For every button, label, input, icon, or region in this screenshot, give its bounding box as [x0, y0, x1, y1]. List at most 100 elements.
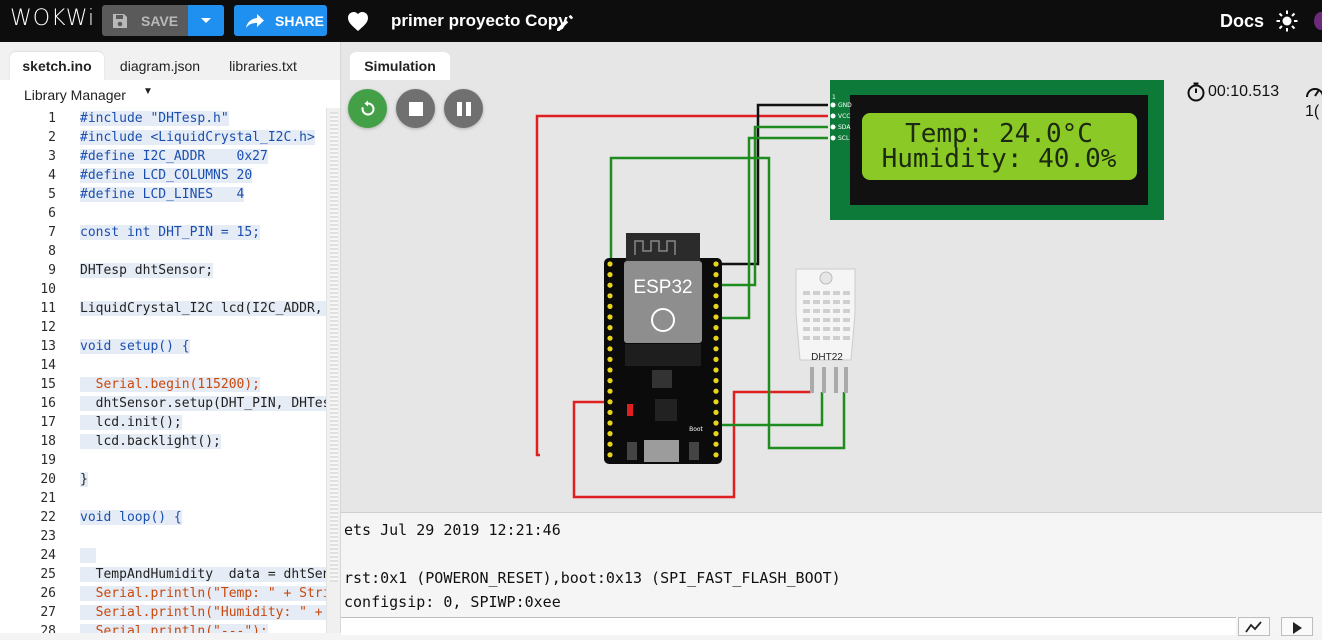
line-number: 18 [40, 434, 56, 449]
heart-icon[interactable] [346, 10, 370, 32]
code-line[interactable]: TempAndHumidity data = dhtSenso [80, 567, 340, 582]
library-manager-label[interactable]: Library Manager [24, 87, 126, 103]
esp32-pin[interactable] [713, 367, 719, 373]
esp32-pin[interactable] [607, 452, 613, 458]
code-line-text: #include <LiquidCrystal_I2C.h> [80, 130, 315, 145]
code-line[interactable]: const int DHT_PIN = 15; [80, 225, 261, 240]
esp32-pin[interactable] [607, 409, 613, 415]
esp32-pin[interactable] [607, 335, 613, 341]
code-line[interactable]: #include <LiquidCrystal_I2C.h> [80, 130, 315, 145]
code-line-text: lcd.backlight(); [80, 434, 221, 449]
esp32-pin[interactable] [607, 272, 613, 278]
esp32-pin[interactable] [713, 452, 719, 458]
pause-simulation-button[interactable] [444, 89, 483, 128]
esp32-pin[interactable] [713, 431, 719, 437]
esp32-pin[interactable] [713, 420, 719, 426]
save-button[interactable]: SAVE [102, 5, 188, 36]
tab-diagram-json[interactable]: diagram.json [112, 52, 208, 80]
esp32-pin[interactable] [607, 325, 613, 331]
code-line[interactable] [80, 548, 96, 563]
dht22-sensor[interactable]: DHT22 [795, 268, 856, 393]
esp32-pin[interactable] [607, 378, 613, 384]
tab-libraries-txt[interactable]: libraries.txt [218, 52, 308, 80]
esp32-pin[interactable] [713, 399, 719, 405]
esp32-pin[interactable] [713, 272, 719, 278]
serial-input[interactable] [341, 617, 1236, 635]
esp32-pin[interactable] [607, 314, 613, 320]
line-number: 9 [48, 263, 56, 278]
code-text-area[interactable]: #include "DHTesp.h" #include <LiquidCryst… [80, 108, 340, 633]
code-line[interactable]: Serial.begin(115200); [80, 377, 261, 392]
esp32-pin[interactable] [713, 303, 719, 309]
tab-simulation[interactable]: Simulation [350, 52, 450, 80]
esp32-pin[interactable] [713, 378, 719, 384]
code-line[interactable]: void setup() { [80, 339, 190, 354]
esp32-board[interactable]: ESP32 Boot [604, 233, 722, 464]
project-title[interactable]: primer proyecto Copy [391, 11, 568, 31]
esp32-pin[interactable] [607, 356, 613, 362]
docs-link[interactable]: Docs [1220, 11, 1264, 32]
esp32-pin[interactable] [607, 282, 613, 288]
esp32-pin[interactable] [713, 314, 719, 320]
esp32-pin[interactable] [607, 399, 613, 405]
library-manager-bar[interactable]: Library Manager ▼ [0, 80, 340, 109]
esp32-pin[interactable] [607, 441, 613, 447]
esp32-pin[interactable] [713, 261, 719, 267]
caret-down-icon[interactable]: ▼ [143, 86, 153, 97]
lcd-module[interactable]: Temp: 24.0°C Humidity: 40.0% 1 GND VCC S… [830, 80, 1164, 220]
esp32-pin[interactable] [607, 388, 613, 394]
esp32-pin[interactable] [713, 335, 719, 341]
code-line[interactable]: Serial.println("Humidity: " + St [80, 605, 340, 620]
chart-icon [1245, 621, 1262, 633]
esp32-pin[interactable] [713, 293, 719, 299]
code-line[interactable]: void loop() { [80, 510, 182, 525]
esp32-pin[interactable] [713, 388, 719, 394]
esp32-pin[interactable] [607, 261, 613, 267]
esp32-pin[interactable] [607, 346, 613, 352]
code-line[interactable]: Serial.println("---"); [80, 624, 268, 633]
esp32-pin[interactable] [607, 431, 613, 437]
esp32-pin[interactable] [607, 367, 613, 373]
dht-grille-slot [843, 318, 850, 322]
line-number: 6 [48, 206, 56, 221]
save-options-dropdown[interactable] [188, 5, 224, 36]
code-line[interactable]: } [80, 472, 88, 487]
scrollbar-thumb[interactable] [330, 112, 338, 582]
code-line[interactable]: #define I2C_ADDR 0x27 [80, 149, 268, 164]
code-line[interactable]: DHTesp dhtSensor; [80, 263, 214, 278]
code-line[interactable]: #include "DHTesp.h" [80, 111, 229, 126]
avatar[interactable] [1314, 12, 1322, 30]
tab-sketch-ino[interactable]: sketch.ino [10, 52, 104, 80]
esp32-pin[interactable] [607, 293, 613, 299]
editor-scrollbar[interactable] [326, 108, 340, 633]
stopwatch-icon [1187, 82, 1205, 102]
code-line[interactable]: LiquidCrystal_I2C lcd(I2C_ADDR, LC [80, 301, 340, 316]
code-line[interactable]: #define LCD_COLUMNS 20 [80, 168, 253, 183]
code-line-text: Serial.println("Humidity: " + St [80, 605, 340, 620]
wokwi-logo[interactable]: WOKWi [10, 6, 95, 31]
stop-simulation-button[interactable] [396, 89, 435, 128]
code-editor[interactable]: 1 2 3 4 5 6 7 8 9 10 11 12 13 14 15 16 17 18 19 20 21 22 23 24 2… [0, 108, 340, 633]
code-line[interactable]: lcd.backlight(); [80, 434, 221, 449]
code-line[interactable]: #define LCD_LINES 4 [80, 187, 245, 202]
esp32-pin[interactable] [713, 409, 719, 415]
code-line[interactable]: Serial.println("Temp: " + String [80, 586, 340, 601]
code-line[interactable]: lcd.init(); [80, 415, 182, 430]
esp32-pin[interactable] [713, 346, 719, 352]
esp32-pin[interactable] [713, 441, 719, 447]
pencil-icon[interactable] [555, 13, 575, 33]
code-line[interactable]: dhtSensor.setup(DHT_PIN, DHTesp: [80, 396, 340, 411]
serial-monitor[interactable]: ets Jul 29 2019 12:21:46 rst:0x1 (POWERO… [341, 512, 1322, 636]
theme-toggle-sun-icon[interactable] [1276, 10, 1298, 32]
esp32-pin[interactable] [607, 420, 613, 426]
esp32-pin[interactable] [713, 282, 719, 288]
esp32-pin[interactable] [713, 325, 719, 331]
code-line-text: void loop() { [80, 510, 182, 525]
share-button[interactable]: SHARE [234, 5, 327, 36]
esp32-pin[interactable] [607, 303, 613, 309]
plotter-button[interactable] [1238, 617, 1270, 636]
circuit-canvas[interactable]: Temp: 24.0°C Humidity: 40.0% 1 GND VCC S… [341, 42, 1322, 512]
send-button[interactable] [1281, 617, 1313, 636]
esp32-pin[interactable] [713, 356, 719, 362]
restart-simulation-button[interactable] [348, 89, 387, 128]
